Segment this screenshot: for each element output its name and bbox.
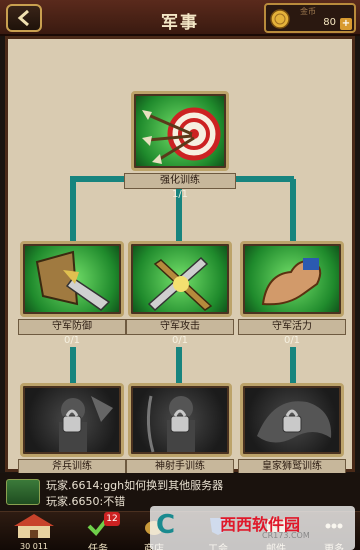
connector-line: [176, 211, 182, 245]
menu-label: 任务: [88, 544, 108, 550]
crossed-weapons-icon: [128, 241, 232, 317]
connector-line: [230, 176, 294, 182]
connector-line: [290, 347, 296, 385]
skill-node-enhanced-training[interactable]: 强化训练 1/1: [124, 91, 236, 201]
shield-sword-icon: [20, 241, 124, 317]
marksman-icon: [128, 383, 232, 457]
skill-name: 守军攻击: [126, 319, 234, 335]
tasks-badge: 12: [104, 512, 120, 526]
chat-message: 玩家.6650:不错: [46, 495, 126, 508]
chat-message: 玩家.6614:ggh如何换到其他服务器: [46, 479, 224, 492]
connector-line: [290, 179, 296, 245]
site-watermark: C 西西软件园 CR173.COM: [150, 506, 355, 550]
skill-node-garrison-defense[interactable]: 守军防御 0/1: [18, 241, 126, 351]
connector-line: [70, 347, 76, 385]
chat-map-icon[interactable]: [6, 479, 40, 505]
skill-name: 强化训练: [124, 173, 236, 189]
griffin-icon: [240, 383, 344, 457]
gold-value: 80: [323, 17, 336, 28]
skill-level: 0/1: [171, 335, 189, 346]
skill-node-marksman-training[interactable]: 神射手训练: [126, 383, 234, 475]
city-icon: [14, 514, 54, 538]
axeman-icon: [20, 383, 124, 457]
target-arrows-icon: [131, 91, 229, 171]
connector-line: [176, 347, 182, 385]
skill-level: 1/1: [171, 189, 189, 200]
gold-counter: 金币 80 +: [264, 3, 356, 33]
connector-line: [70, 179, 76, 245]
menu-tasks[interactable]: 任务 12: [76, 512, 120, 550]
skill-node-garrison-vitality[interactable]: 守军活力 0/1: [238, 241, 346, 351]
watermark-logo: C: [156, 510, 176, 540]
city-stat: 30 011: [20, 542, 48, 550]
skill-name: 守军活力: [238, 319, 346, 335]
skill-tree-panel: 强化训练 1/1 守军防御 0/1 守军攻击 0/1 守军活力 0/1 斧兵训练…: [5, 36, 355, 475]
skill-node-axeman-training[interactable]: 斧兵训练: [18, 383, 126, 475]
skill-level: 0/1: [63, 335, 81, 346]
gold-coin-icon: [270, 9, 290, 29]
add-gold-button[interactable]: +: [340, 18, 352, 30]
skill-level: 0/1: [283, 335, 301, 346]
skill-name: 守军防御: [18, 319, 126, 335]
top-bar: 军事 金币 80 +: [0, 0, 360, 36]
gold-label: 金币: [300, 7, 316, 16]
flexed-arm-icon: [240, 241, 344, 317]
skill-node-garrison-attack[interactable]: 守军攻击 0/1: [126, 241, 234, 351]
skill-node-royal-griffin-training[interactable]: 皇家狮鹫训练: [238, 383, 346, 475]
city-button[interactable]: 30 011: [4, 512, 64, 550]
watermark-url: CR173.COM: [262, 531, 310, 540]
